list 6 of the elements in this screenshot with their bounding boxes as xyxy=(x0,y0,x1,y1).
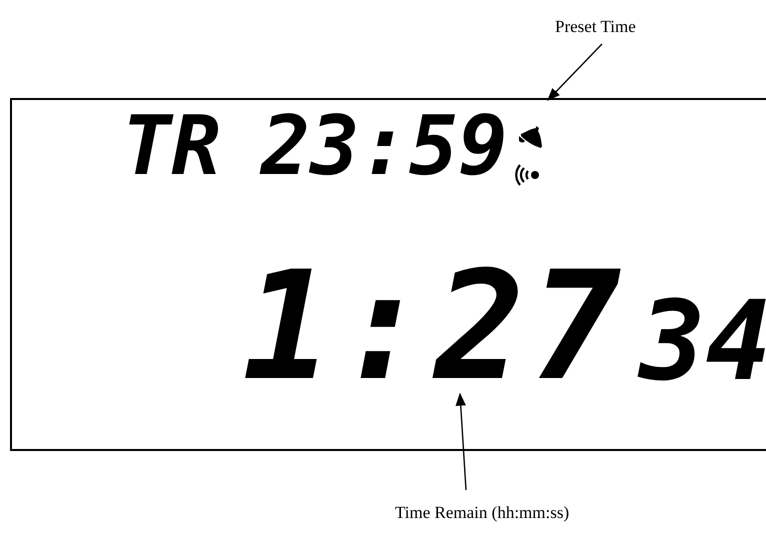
remaining-seconds-readout: 34 xyxy=(639,286,766,396)
mode-readout: TR xyxy=(122,106,221,188)
preset-time-readout: 23:59 xyxy=(260,106,508,188)
remaining-time-readout: 1:27 xyxy=(242,252,628,402)
annotation-label: Time Remain (hh:mm:ss) xyxy=(395,502,570,524)
annotation-label: Preset Time xyxy=(555,16,636,38)
